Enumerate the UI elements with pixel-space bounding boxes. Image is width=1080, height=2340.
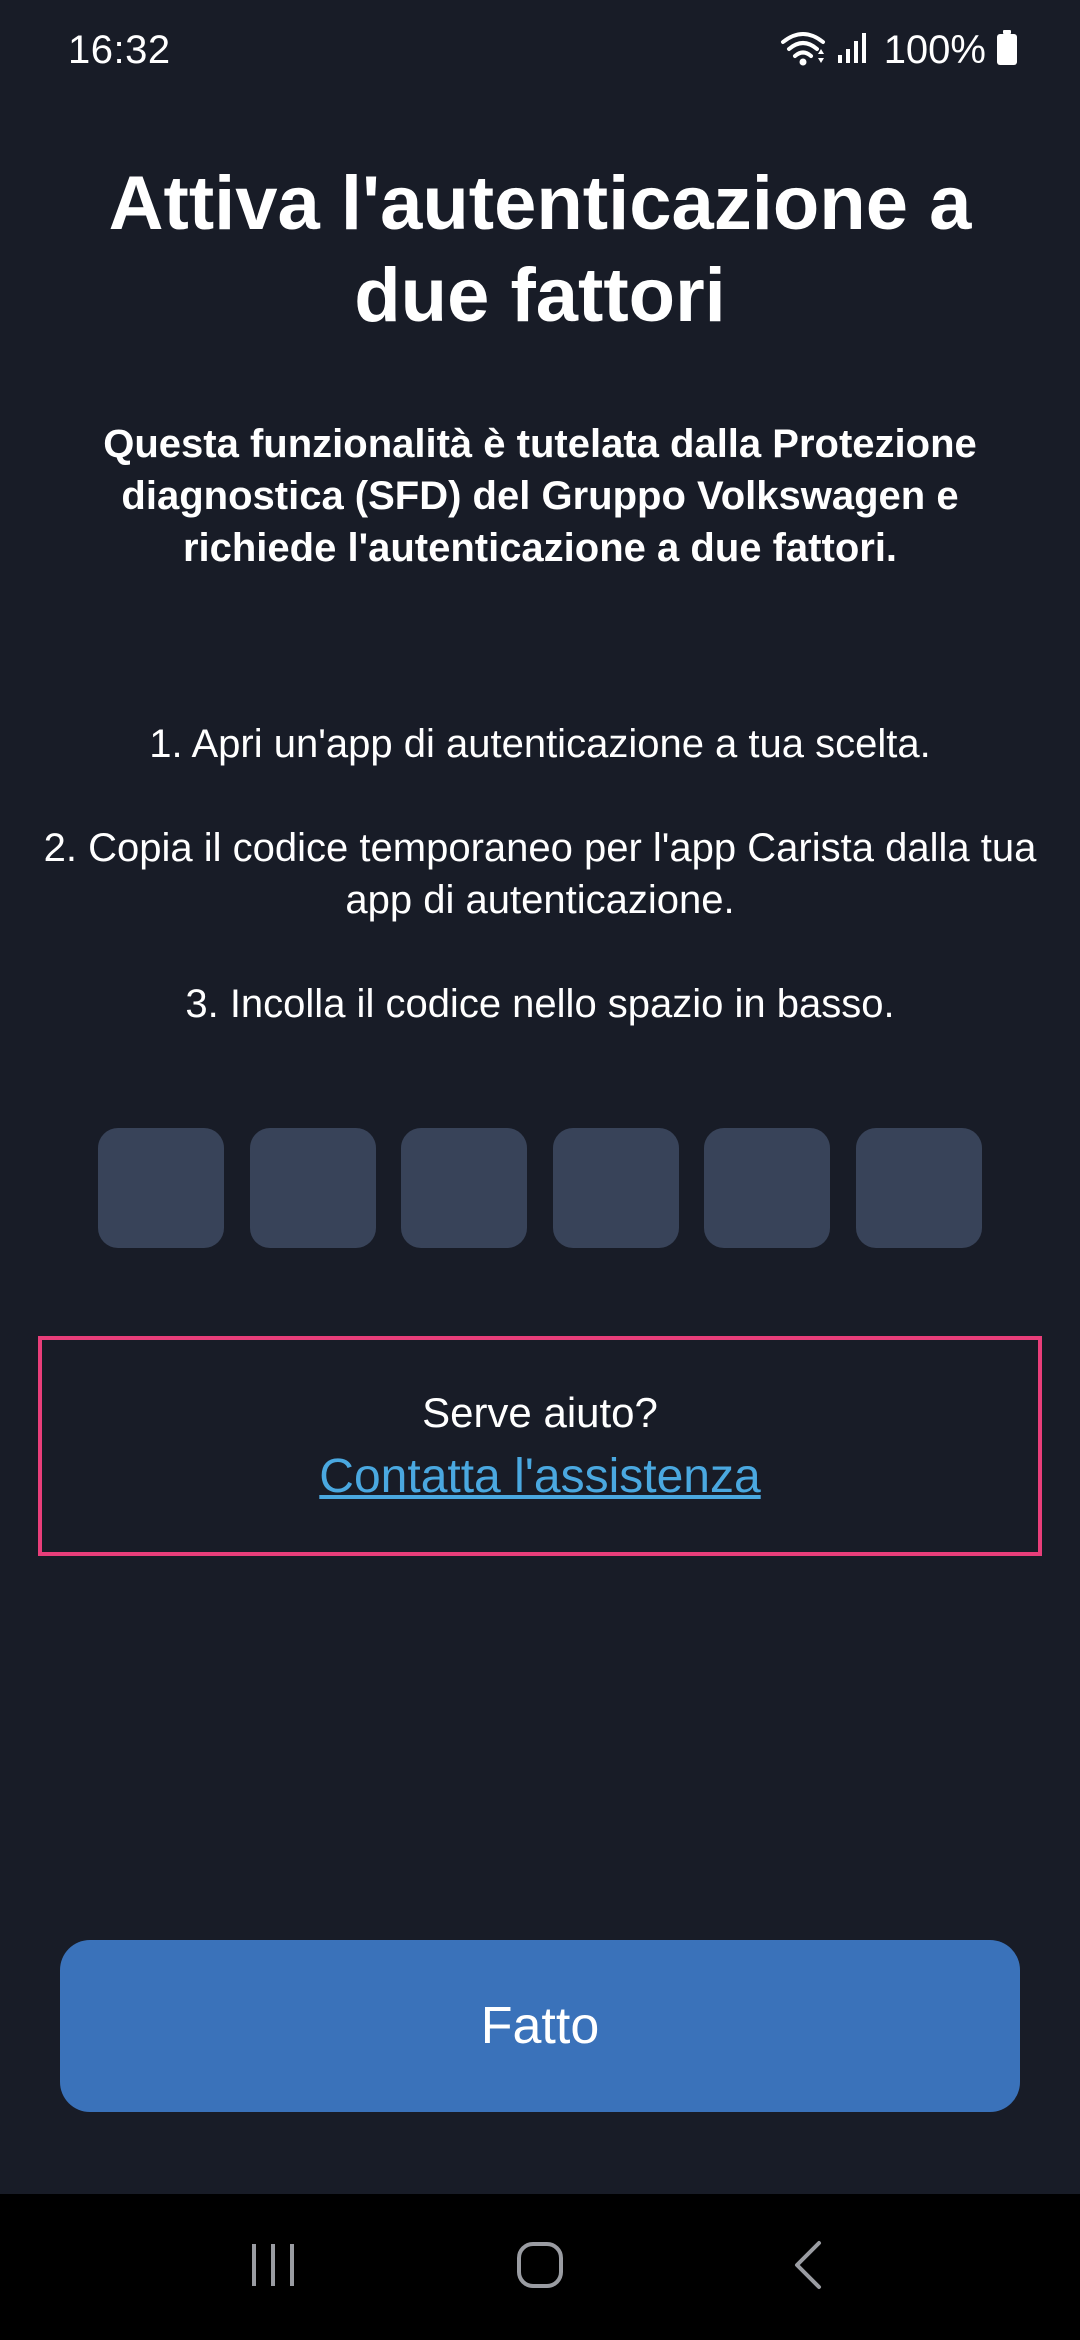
otp-digit-6[interactable] bbox=[855, 1128, 982, 1248]
battery-icon bbox=[996, 29, 1018, 71]
done-button[interactable]: Fatto bbox=[60, 1940, 1020, 2112]
recent-apps-button[interactable] bbox=[213, 2217, 333, 2317]
status-bar: 16:32 100% bbox=[0, 0, 1080, 100]
page-title: Attiva l'autenticazione a due fattori bbox=[108, 161, 972, 338]
otp-digit-1[interactable] bbox=[98, 1128, 224, 1248]
contact-support-link[interactable]: Contatta l'assistenza bbox=[319, 1447, 760, 1507]
status-time: 16:32 bbox=[68, 27, 171, 72]
help-section: Serve aiuto? Contatta l'assistenza bbox=[38, 1336, 1042, 1556]
navigation-bar bbox=[0, 2194, 1080, 2340]
back-icon bbox=[789, 2239, 825, 2296]
otp-digit-5[interactable] bbox=[704, 1128, 831, 1248]
instruction-step-1: 1. Apri un'app di autenticazione a tua s… bbox=[149, 722, 931, 766]
wifi-icon bbox=[780, 30, 826, 71]
home-icon bbox=[515, 2240, 565, 2295]
help-question: Serve aiuto? bbox=[422, 1389, 658, 1436]
otp-digit-3[interactable] bbox=[401, 1128, 528, 1248]
instruction-step-2: 2. Copia il codice temporaneo per l'app … bbox=[43, 826, 1037, 922]
signal-icon bbox=[836, 31, 868, 70]
recent-apps-icon bbox=[248, 2242, 298, 2293]
status-icons: 100% bbox=[780, 28, 1018, 73]
back-button[interactable] bbox=[747, 2217, 867, 2317]
screen: 16:32 100% Attiva l'autenticazione a due… bbox=[0, 0, 1080, 2340]
instruction-step-3: 3. Incolla il codice nello spazio in bas… bbox=[185, 982, 895, 1026]
otp-digit-2[interactable] bbox=[249, 1128, 376, 1248]
instructions-list: 1. Apri un'app di autenticazione a tua s… bbox=[40, 718, 1040, 1030]
page-subtitle: Questa funzionalità è tutelata dalla Pro… bbox=[103, 422, 977, 570]
battery-percentage: 100% bbox=[883, 27, 986, 72]
otp-digit-4[interactable] bbox=[552, 1128, 679, 1248]
otp-code-inputs bbox=[98, 1128, 982, 1248]
home-button[interactable] bbox=[480, 2217, 600, 2317]
